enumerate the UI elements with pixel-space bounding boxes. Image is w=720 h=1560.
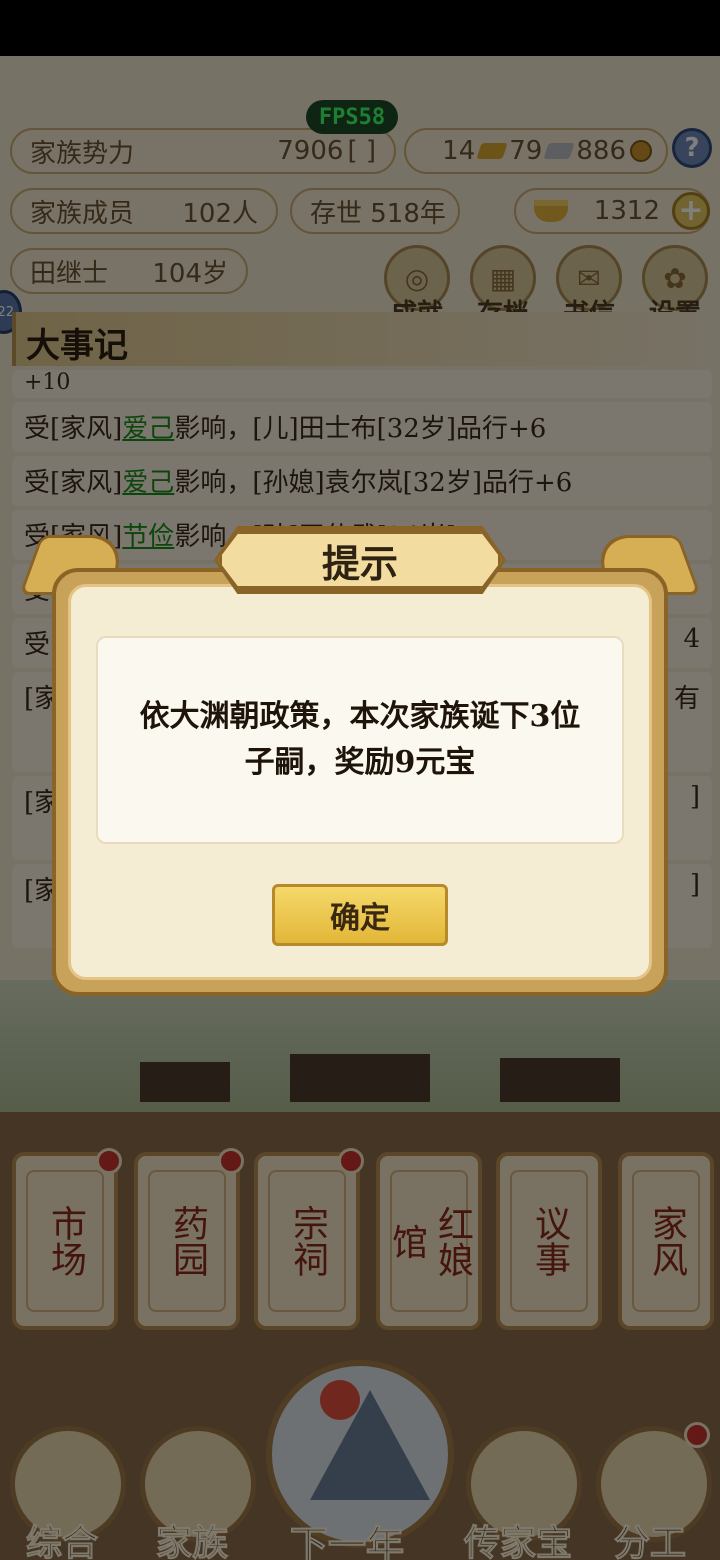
confirm-button[interactable]: 确定 (272, 884, 448, 946)
status-bar (0, 0, 720, 56)
dialog-message: 依大渊朝政策，本次家族诞下3位子嗣，奖励9元宝 (96, 636, 624, 844)
dialog-title: 提示 (218, 530, 502, 590)
